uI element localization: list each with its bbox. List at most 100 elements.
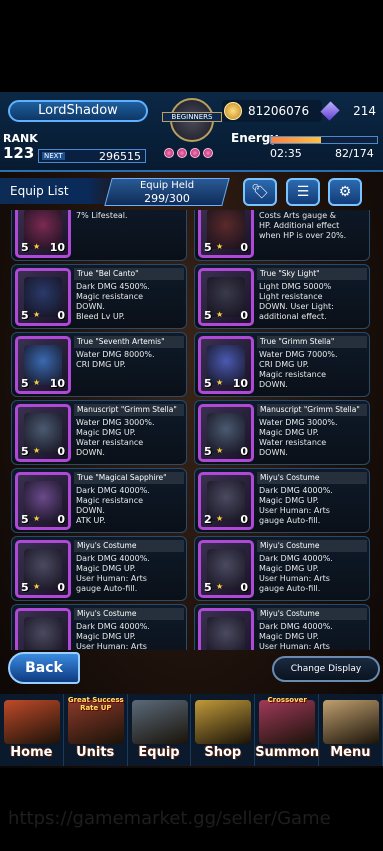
equip-description-line: Light DMG 5000% <box>259 282 332 291</box>
equip-art <box>24 277 62 317</box>
gem-icon <box>203 148 213 158</box>
watermark: https://gamemarket.gg/seller/Game <box>8 808 331 829</box>
equip-grid: 5★10Dark DMG 6800%.7% Lifesteal.5★0Dark … <box>0 210 383 650</box>
emblem-label: BEGINNERS <box>162 112 222 122</box>
tag-icon: 🏷 <box>251 184 269 200</box>
gem-icon <box>190 148 200 158</box>
nav-equip[interactable]: Equip <box>128 694 192 766</box>
equip-title: Manuscript "Grimm Stella" <box>257 404 367 416</box>
equip-level: 5 <box>204 377 212 390</box>
equip-thumbnail: 5★0 <box>15 608 71 650</box>
equip-description-line: Dark DMG 4000%. <box>259 486 333 495</box>
equip-card[interactable]: 5 ★ 0 Manuscript "Grimm Stella" Water DMG 30… <box>194 400 370 465</box>
equip-art <box>207 413 245 453</box>
equip-thumbnail: 5★0 <box>15 472 71 530</box>
equip-plus: 0 <box>240 581 248 594</box>
equip-description: Dark DMG 4000%. Magic DMG UP. User Human: … <box>76 554 186 594</box>
equip-plus: 0 <box>57 445 65 458</box>
equip-plus: 0 <box>240 309 248 322</box>
equip-card[interactable]: 5 ★ 0 True "Magical Sapphire" Dark DMG 4000%… <box>11 468 187 533</box>
nav-menu[interactable]: Menu <box>319 694 383 766</box>
equip-description-line: Light resistance <box>259 292 323 301</box>
equip-description-line: Magic DMG UP. <box>76 428 136 437</box>
equip-description: Dark DMG 4000%. Magic DMG UP. User Human: … <box>259 622 369 650</box>
sort-button[interactable]: ☰ <box>286 178 320 206</box>
crystal-icon <box>320 101 340 121</box>
equip-card[interactable]: 5 ★ 0 Manuscript "Grimm Stella" Water DMG 30… <box>11 400 187 465</box>
star-icon: ★ <box>33 378 41 387</box>
equip-card[interactable]: 2 ★ 0 Miyu's Costume Dark DMG 4000%. Magic DM… <box>194 468 370 533</box>
equip-thumbnail: 5 ★ 10 <box>15 210 71 258</box>
equip-held-panel: Equip Held 299/300 <box>104 178 230 206</box>
equip-plus: 0 <box>240 513 248 526</box>
equip-card[interactable]: 5 ★ 0 Dark DMG 1000%.Costs Arts gauge &HP. … <box>194 210 370 261</box>
coin-icon <box>224 102 242 120</box>
equip-card[interactable]: 5★0Miyu's CostumeDark DMG 4000%.Magic DM… <box>194 604 370 650</box>
energy-fill <box>271 137 321 143</box>
equip-title: Miyu's Costume <box>74 540 184 552</box>
star-icon: ★ <box>216 446 224 455</box>
nav-badge: Crossover <box>267 696 307 704</box>
equip-description-line: DOWN. <box>76 448 105 457</box>
equip-level: 5 <box>21 377 29 390</box>
equip-title: Miyu's Costume <box>74 608 184 620</box>
equip-description-line: ATK UP. <box>76 516 106 525</box>
equip-description-line: 7% Lifesteal. <box>76 211 128 220</box>
equip-card[interactable]: 5★0Miyu's CostumeDark DMG 4000%.Magic DM… <box>11 536 187 601</box>
star-icon: ★ <box>33 446 41 455</box>
equip-description-line: Magic DMG UP. <box>259 428 319 437</box>
equip-level: 5 <box>204 649 212 650</box>
equip-card[interactable]: 5 ★ 10 True "Seventh Artemis" Water DMG 8000… <box>11 332 187 397</box>
nav-shop[interactable]: Shop <box>191 694 256 766</box>
nav-home[interactable]: Home <box>0 694 64 766</box>
equip-art <box>207 481 245 521</box>
equip-description-line: gauge Auto-fill. <box>259 516 321 525</box>
equip-description-line: Magic DMG UP. <box>259 496 319 505</box>
equip-description-line: DOWN. <box>259 380 288 389</box>
equip-card[interactable]: 5★0Miyu's CostumeDark DMG 4000%.Magic DM… <box>11 604 187 650</box>
equip-description-line: Water DMG 3000%. <box>76 418 155 427</box>
nav-units[interactable]: Great Success Rate UP Units <box>64 694 128 766</box>
equip-thumbnail: 5 ★ 10 <box>15 336 71 394</box>
equip-thumbnail: 5★0 <box>198 404 254 462</box>
settings-button[interactable]: ⚙ <box>328 178 362 206</box>
player-name[interactable]: LordShadow <box>8 100 148 122</box>
equip-title: True "Seventh Artemis" <box>74 336 184 348</box>
back-button[interactable]: Back <box>8 652 80 684</box>
equip-title: Manuscript "Grimm Stella" <box>74 404 184 416</box>
equip-card[interactable]: 5 ★ 0 True "Bel Canto" Dark DMG 4500%. Magic … <box>11 264 187 329</box>
equip-description: Water DMG 7000%. CRI DMG UP. Magic resista… <box>259 350 369 390</box>
nav-summon[interactable]: Crossover Summon <box>255 694 319 766</box>
equip-description: Dark DMG 4000%. Magic DMG UP. User Human: … <box>259 554 369 594</box>
equip-card[interactable]: 5★0Miyu's CostumeDark DMG 4000%.Magic DM… <box>194 536 370 601</box>
nav-label: Menu <box>330 745 371 760</box>
summon-icon <box>259 700 316 744</box>
equip-card[interactable]: 5 ★ 10 Dark DMG 6800%.7% Lifesteal. <box>11 210 187 261</box>
star-icon: ★ <box>33 582 41 591</box>
equip-plus: 0 <box>57 581 65 594</box>
equip-art <box>207 277 245 317</box>
change-display-button[interactable]: Change Display <box>272 656 380 682</box>
equip-level: 5 <box>204 445 212 458</box>
equip-description-line: Magic DMG UP. <box>259 564 319 573</box>
nav-label: Home <box>10 745 53 760</box>
equip-plus: 0 <box>57 649 65 650</box>
tag-filter-button[interactable]: 🏷 <box>243 178 277 206</box>
equip-description-line: User Human: Arts <box>76 574 147 583</box>
equip-thumbnail: 5★0 <box>198 540 254 598</box>
gem-icon <box>164 148 174 158</box>
equip-plus: 10 <box>49 377 65 390</box>
equip-description-line: CRI DMG UP. <box>76 360 126 369</box>
star-icon: ★ <box>216 242 224 251</box>
equip-thumbnail: 5 ★ 10 <box>198 336 254 394</box>
equip-thumbnail: 5★0 <box>198 210 254 258</box>
equip-card[interactable]: 5 ★ 10 True "Grimm Stella" Water DMG 7000%. C… <box>194 332 370 397</box>
crystal-counter[interactable]: 214 <box>320 100 380 122</box>
equip-description: Light DMG 5000% Light resistance DOWN. Use… <box>259 282 369 322</box>
gold-counter[interactable]: 81206076 <box>222 100 322 122</box>
nav-label: Equip <box>138 745 180 760</box>
equip-description: Dark DMG 4000%. Magic DMG UP. User Human: … <box>259 486 369 526</box>
equip-thumbnail: 5★0 <box>198 268 254 326</box>
equip-description-line: HP. Additional effect <box>259 221 340 230</box>
equip-card[interactable]: 5 ★ 0 True "Sky Light" Light DMG 5000% Light … <box>194 264 370 329</box>
